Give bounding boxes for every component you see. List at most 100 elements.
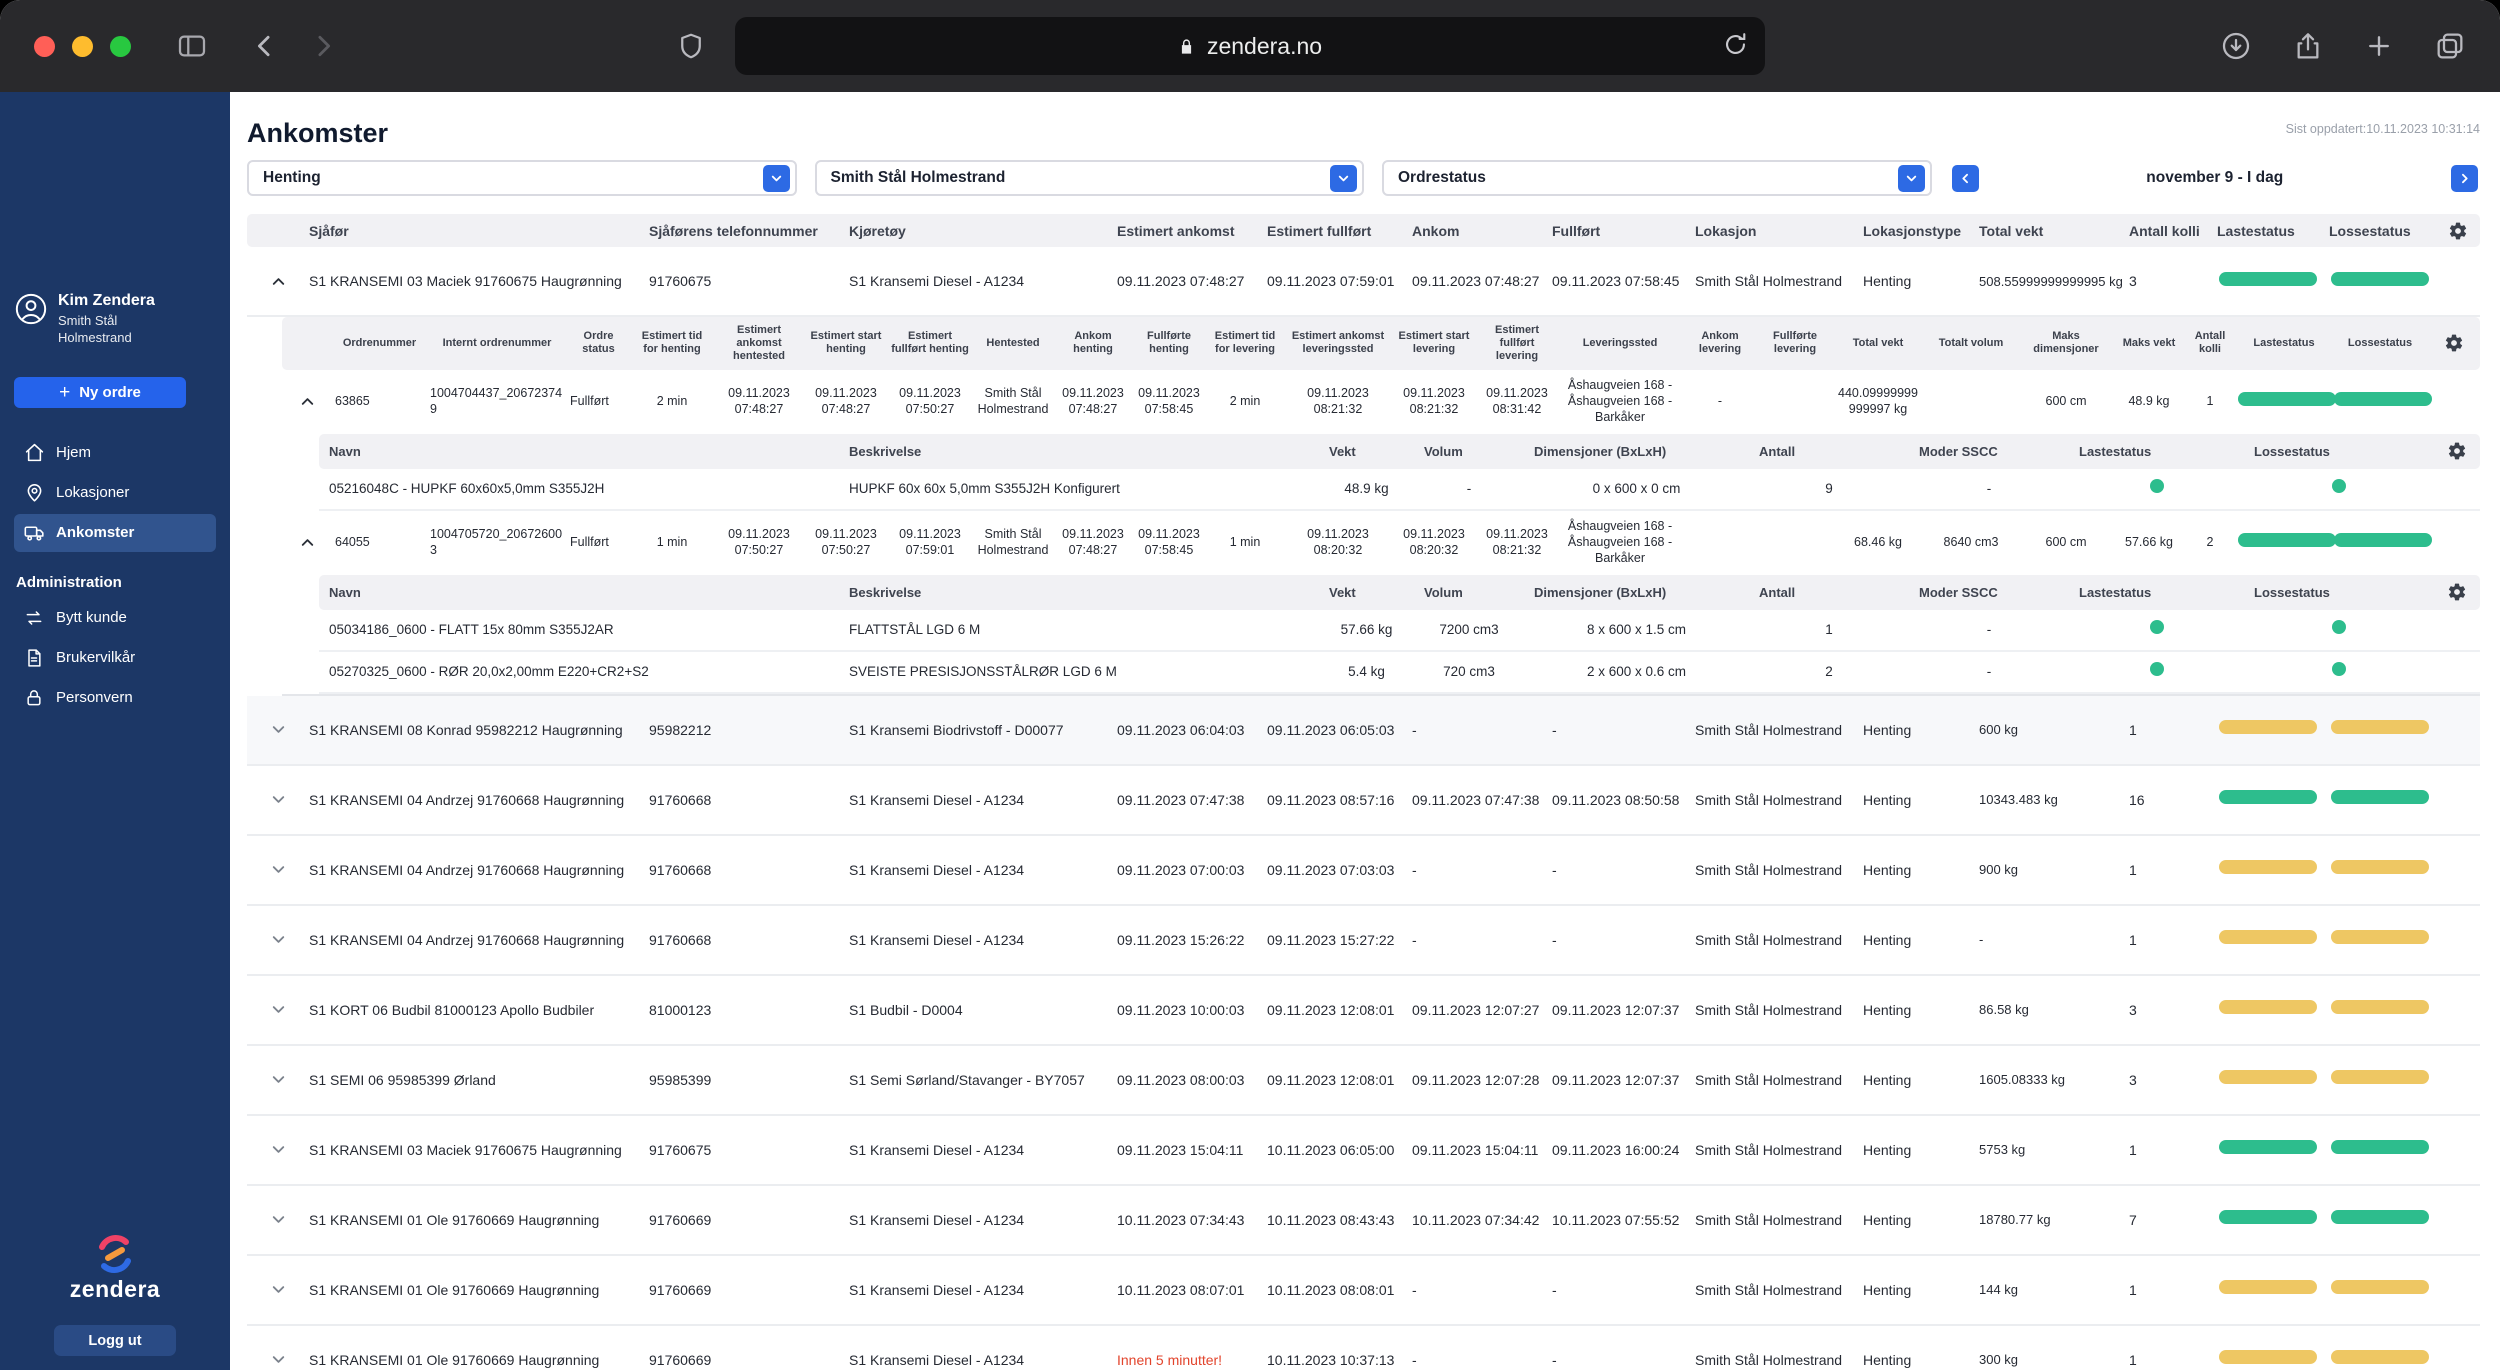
- collapse-chevron-icon[interactable]: [261, 264, 295, 298]
- sidebar-item-ankomster[interactable]: Ankomster: [14, 514, 216, 552]
- table-row[interactable]: S1 KRANSEMI 01 Ole 91760669 Haugrønning9…: [247, 1326, 2480, 1370]
- order-cell: 09.11.2023 08:31:42: [1476, 386, 1558, 417]
- item-unload-status: [2244, 662, 2434, 681]
- sidebar-item-personvern[interactable]: Personvern: [14, 679, 216, 717]
- row-cell: -: [1552, 1352, 1695, 1368]
- order-column-header-antall-kolli: Antall kolli: [2184, 330, 2236, 356]
- item-cell: 9: [1749, 481, 1909, 496]
- expand-chevron-icon[interactable]: [261, 993, 295, 1027]
- settings-gear-icon[interactable]: [2444, 333, 2464, 353]
- table-row[interactable]: S1 KRANSEMI 01 Ole 91760669 Haugrønning9…: [247, 1256, 2480, 1326]
- date-prev-button[interactable]: [1952, 165, 1979, 192]
- table-row[interactable]: S1 KRANSEMI 04 Andrzej 91760668 Haugrønn…: [247, 766, 2480, 836]
- table-row[interactable]: S1 KRANSEMI 04 Andrzej 91760668 Haugrønn…: [247, 906, 2480, 976]
- order-column-header-lastestatus: Lastestatus: [2236, 337, 2332, 350]
- chevron-down-icon[interactable]: [763, 165, 790, 192]
- item-unload-status-dot: [2332, 479, 2346, 493]
- sidebar-item-brukervilk-r[interactable]: Brukervilkår: [14, 639, 216, 677]
- sidebar-item-lokasjoner[interactable]: Lokasjoner: [14, 474, 216, 512]
- chevron-down-icon[interactable]: [1898, 165, 1925, 192]
- row-cell: 09.11.2023 06:04:03: [1117, 722, 1267, 738]
- row-cell: -: [1412, 722, 1552, 738]
- sidebar-toggle-icon[interactable]: [176, 30, 208, 62]
- load-status-pill: [2219, 1350, 2317, 1364]
- order-cell: 1004705720_206726003: [427, 527, 567, 558]
- privacy-shield-icon[interactable]: [676, 31, 706, 61]
- downloads-icon[interactable]: [2220, 30, 2252, 62]
- minimize-window-button[interactable]: [72, 36, 93, 57]
- expand-cell: [247, 1273, 309, 1307]
- tab-overview-icon[interactable]: [2434, 30, 2466, 62]
- load-status: [2217, 1140, 2329, 1159]
- expand-chevron-icon[interactable]: [261, 1133, 295, 1167]
- item-row[interactable]: 05034186_0600 - FLATT 15x 80mm S355J2ARF…: [319, 610, 2480, 652]
- expand-chevron-icon[interactable]: [261, 783, 295, 817]
- expand-chevron-icon[interactable]: [261, 713, 295, 747]
- table-row[interactable]: S1 SEMI 06 95985399 Ørland95985399S1 Sem…: [247, 1046, 2480, 1116]
- date-next-button[interactable]: [2451, 165, 2478, 192]
- order-row[interactable]: 640551004705720_206726003Fullført1 min09…: [282, 511, 2480, 575]
- order-cell: 2: [2184, 535, 2236, 551]
- items-column-header-antall: Antall: [1749, 444, 1909, 459]
- expand-chevron-icon[interactable]: [261, 853, 295, 887]
- settings-gear-icon[interactable]: [2447, 441, 2467, 461]
- orderstatus-filter-select[interactable]: Ordrestatus: [1382, 160, 1932, 196]
- chevron-down-icon[interactable]: [1330, 165, 1357, 192]
- table-row[interactable]: S1 KRANSEMI 03 Maciek 91760675 Haugrønni…: [247, 1116, 2480, 1186]
- expand-chevron-icon[interactable]: [261, 1273, 295, 1307]
- row-cell: 09.11.2023 06:05:03: [1267, 722, 1412, 738]
- row-cell: Smith Stål Holmestrand: [1695, 792, 1863, 808]
- expand-chevron-icon[interactable]: [261, 1343, 295, 1370]
- row-cell: 91760669: [649, 1282, 849, 1298]
- new-order-button[interactable]: + Ny ordre: [14, 377, 186, 408]
- table-row[interactable]: S1 KRANSEMI 04 Andrzej 91760668 Haugrønn…: [247, 836, 2480, 906]
- row-cell: 91760668: [649, 862, 849, 878]
- order-column-header-ankom-henting: Ankom henting: [1054, 330, 1132, 356]
- sidebar-item-hjem[interactable]: Hjem: [14, 434, 216, 472]
- back-icon[interactable]: [250, 31, 280, 61]
- row-cell: -: [1979, 932, 2129, 947]
- item-row[interactable]: 05216048C - HUPKF 60x60x5,0mm S355J2HHUP…: [319, 469, 2480, 511]
- row-cell: Smith Stål Holmestrand: [1695, 1002, 1863, 1018]
- settings-gear-icon[interactable]: [2448, 221, 2468, 241]
- location-filter-select[interactable]: Smith Stål Holmestrand: [815, 160, 1365, 196]
- column-header-fullf-rt: Fullført: [1552, 223, 1695, 239]
- order-column-header-fullf-rte-henting: Fullførte henting: [1132, 330, 1206, 356]
- row-cell: S1 Kransemi Diesel - A1234: [849, 1212, 1117, 1228]
- settings-gear-icon[interactable]: [2447, 582, 2467, 602]
- row-cell: -: [1552, 862, 1695, 878]
- table-row[interactable]: S1 KRANSEMI 01 Ole 91760669 Haugrønning9…: [247, 1186, 2480, 1256]
- expand-chevron-icon[interactable]: [261, 1203, 295, 1237]
- order-cell: 1004704437_206723749: [427, 386, 567, 417]
- expand-chevron-icon[interactable]: [261, 1063, 295, 1097]
- order-row[interactable]: 638651004704437_206723749Fullført2 min09…: [282, 370, 2480, 434]
- table-row[interactable]: S1 KRANSEMI 08 Konrad 95982212 Haugrønni…: [247, 696, 2480, 766]
- reload-icon[interactable]: [1722, 31, 1749, 61]
- share-icon[interactable]: [2292, 30, 2324, 62]
- item-load-status: [2069, 479, 2244, 498]
- close-window-button[interactable]: [34, 36, 55, 57]
- expand-chevron-icon[interactable]: [261, 923, 295, 957]
- logout-button[interactable]: Logg ut: [54, 1325, 176, 1356]
- zoom-window-button[interactable]: [110, 36, 131, 57]
- sidebar-item-bytt-kunde[interactable]: Bytt kunde: [14, 599, 216, 637]
- sidebar-item-label: Ankomster: [56, 524, 134, 541]
- address-bar[interactable]: zendera.no: [735, 17, 1765, 75]
- table-row[interactable]: S1 KRANSEMI 03 Maciek 91760675 Haugrønni…: [247, 247, 2480, 317]
- type-filter-value: Henting: [263, 169, 321, 187]
- load-status: [2217, 790, 2329, 809]
- type-filter-select[interactable]: Henting: [247, 160, 797, 196]
- table-row[interactable]: S1 KORT 06 Budbil 81000123 Apollo Budbil…: [247, 976, 2480, 1046]
- item-row[interactable]: 05270325_0600 - RØR 20,0x2,00mm E220+CR2…: [319, 652, 2480, 694]
- row-cell: S1 KRANSEMI 01 Ole 91760669 Haugrønning: [309, 1282, 649, 1298]
- item-cell: -: [1414, 481, 1524, 496]
- row-cell: 10.11.2023 06:05:00: [1267, 1142, 1412, 1158]
- new-tab-icon[interactable]: [2364, 31, 2394, 61]
- collapse-chevron-icon[interactable]: [290, 385, 324, 419]
- forward-icon[interactable]: [308, 31, 338, 61]
- items-header: NavnBeskrivelseVektVolumDimensjoner (BxL…: [319, 434, 2480, 469]
- order-column-header-ankom-levering: Ankom levering: [1682, 330, 1758, 356]
- user-profile[interactable]: Kim Zendera Smith Stål Holmestrand: [14, 292, 216, 347]
- collapse-chevron-icon[interactable]: [290, 526, 324, 560]
- new-order-label: Ny ordre: [79, 384, 141, 401]
